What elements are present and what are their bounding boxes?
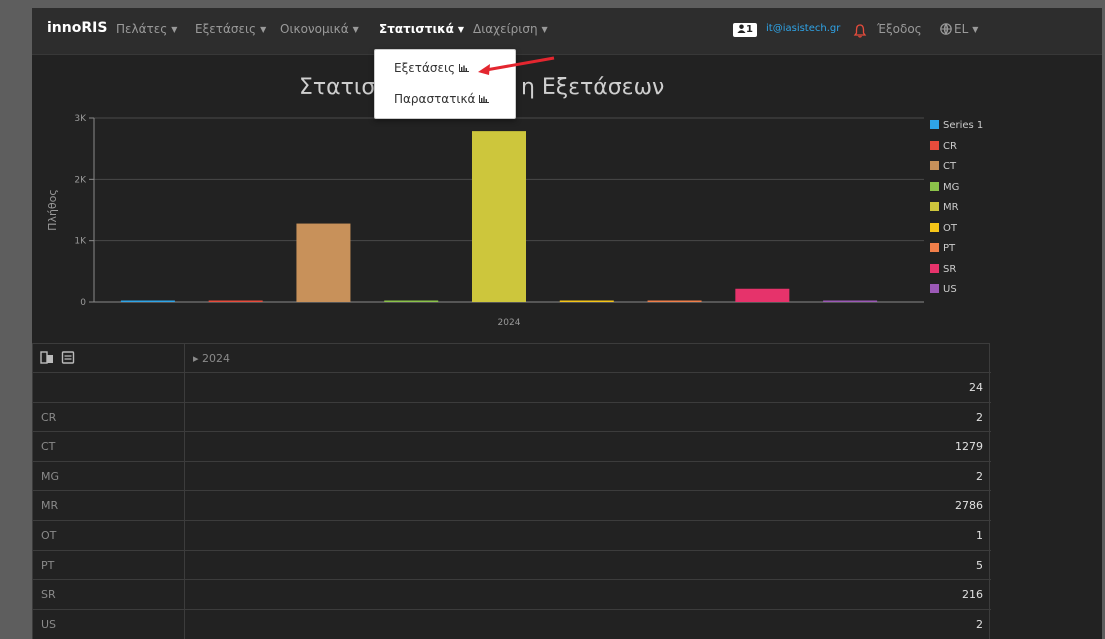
legend-item[interactable]: CR: [930, 140, 983, 162]
table-body: 24 CR 2 CT 1279 MG 2 MR 2786 OT 1 PT 5 SR 216 US 2: [32, 372, 991, 639]
legend-item[interactable]: MR: [930, 202, 983, 223]
row-value: 2786: [955, 499, 983, 513]
dropdown-item-invoices[interactable]: Παραστατικά: [394, 92, 490, 106]
row-value: 24: [969, 381, 983, 394]
legend-label: Series 1: [943, 120, 984, 131]
bar-pt[interactable]: [647, 300, 702, 303]
bar-chart-icon: [459, 64, 470, 72]
y-tick-label: 3K: [74, 114, 87, 124]
table-layout-icon[interactable]: [40, 351, 54, 364]
legend-item[interactable]: OT: [930, 222, 983, 244]
dropdown-item-exams[interactable]: Εξετάσεις: [394, 61, 470, 75]
table-row: SR 216: [33, 579, 991, 610]
bar-sr[interactable]: [735, 288, 790, 302]
bar-chart-icon: [479, 95, 490, 103]
y-tick-label: 0: [80, 298, 86, 308]
bar-series-1[interactable]: [120, 300, 175, 303]
dropdown-item-label: Παραστατικά: [394, 92, 476, 106]
bar-ot[interactable]: [559, 300, 614, 303]
legend-label: CR: [943, 140, 957, 152]
table-row: CR 2: [33, 401, 991, 432]
row-value: 216: [962, 588, 983, 602]
table-row: CT 1279: [33, 431, 991, 462]
app-frame: innoRIS Πελάτες ▼ Εξετάσεις ▼ Οικονομικά ▼ …: [32, 8, 1102, 639]
row-label: CR: [33, 402, 185, 432]
bar-mg[interactable]: [384, 300, 439, 303]
table-header: ▸ 2024: [32, 343, 990, 373]
legend-label: OT: [943, 222, 957, 234]
legend-item[interactable]: MG: [930, 181, 983, 203]
row-value: 2: [976, 410, 983, 424]
y-tick-label: 2K: [74, 175, 87, 185]
y-axis-label: Πλήθος: [46, 189, 59, 231]
row-value: 2: [976, 617, 983, 631]
row-label: [33, 373, 185, 402]
chart-legend: Series 1 CR CT MG MR OT PT SR US: [930, 120, 983, 305]
legend-swatch: [930, 181, 939, 191]
table-row: MR 2786: [33, 490, 991, 521]
legend-swatch: [930, 284, 939, 293]
row-label: CT: [33, 432, 185, 462]
legend-label: PT: [943, 243, 956, 254]
row-value: 2: [976, 469, 983, 483]
table-row: 24: [33, 372, 991, 402]
legend-swatch: [930, 243, 939, 252]
row-label: PT: [33, 550, 185, 580]
legend-item[interactable]: PT: [930, 243, 983, 264]
row-label: SR: [33, 580, 185, 610]
row-label: MG: [33, 461, 185, 491]
legend-item[interactable]: CT: [930, 161, 983, 182]
legend-swatch: [930, 263, 939, 273]
bar-ct[interactable]: [296, 223, 351, 302]
legend-swatch: [930, 140, 939, 150]
x-tick-label: 2024: [498, 318, 521, 328]
row-label: US: [33, 609, 185, 639]
table-row: PT 5: [33, 549, 991, 580]
legend-label: SR: [943, 263, 957, 275]
row-value: 1: [976, 529, 983, 542]
y-tick-label: 1K: [74, 237, 87, 247]
header-divider: [184, 344, 185, 373]
legend-label: CT: [943, 161, 957, 172]
bar-cr[interactable]: [208, 300, 263, 303]
red-arrow-annotation: [478, 56, 555, 75]
legend-label: MG: [943, 181, 960, 193]
row-label: MR: [33, 491, 185, 521]
column-header-year[interactable]: ▸ 2024: [193, 344, 230, 373]
row-value: 1279: [955, 440, 983, 454]
legend-item[interactable]: SR: [930, 263, 983, 285]
legend-item[interactable]: Series 1: [930, 120, 983, 141]
legend-item[interactable]: US: [930, 284, 983, 305]
legend-swatch: [930, 161, 939, 170]
legend-swatch: [930, 202, 939, 211]
export-icon[interactable]: [61, 351, 75, 364]
legend-label: MR: [943, 202, 959, 213]
table-row: OT 1: [33, 520, 991, 550]
row-label: OT: [33, 521, 185, 550]
row-value: 5: [976, 558, 983, 572]
legend-label: US: [943, 284, 957, 295]
legend-swatch: [930, 120, 939, 129]
statistics-table: ▸ 2024 24 CR 2 CT 1279 MG 2 MR 2786 OT 1 PT 5 SR 216 US…: [32, 343, 992, 639]
bar-us[interactable]: [823, 300, 878, 303]
table-row: US 2: [33, 608, 991, 639]
dropdown-item-label: Εξετάσεις: [394, 61, 456, 75]
bar-mr[interactable]: [472, 131, 526, 302]
legend-swatch: [930, 222, 939, 232]
table-row: MG 2: [33, 460, 991, 491]
